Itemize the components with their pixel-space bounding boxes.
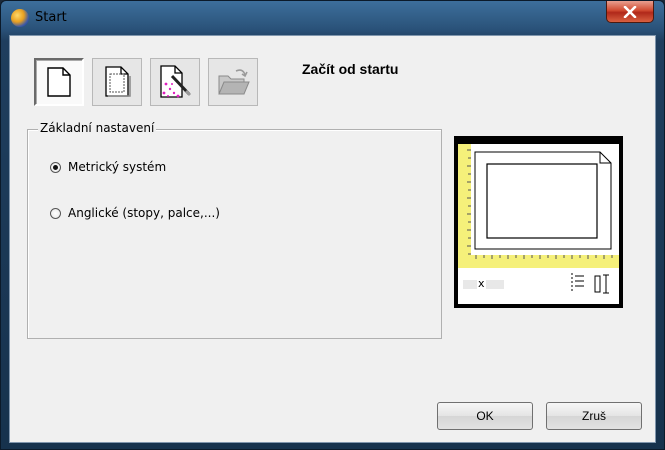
imperial-system-radio[interactable]: Anglické (stopy, palce,...) <box>50 206 220 220</box>
use-wizard-button[interactable] <box>150 58 200 106</box>
window-title: Start <box>35 10 67 25</box>
ok-button[interactable]: OK <box>437 402 533 430</box>
open-folder-icon <box>218 69 250 95</box>
open-existing-button[interactable] <box>208 58 258 106</box>
blank-page-icon <box>47 67 71 97</box>
start-from-scratch-button[interactable] <box>34 58 84 106</box>
metric-system-radio[interactable]: Metrický systém <box>50 160 166 174</box>
title-bar[interactable]: Start <box>1 1 664 35</box>
app-globe-icon <box>11 9 29 27</box>
drawing-preview: x <box>454 136 623 308</box>
close-button[interactable] <box>606 1 654 23</box>
dialog-body: Začít od startu Základní nastavení Metri… <box>9 35 656 443</box>
start-dialog: Start Začít od startu Základní nastavení… <box>0 0 665 450</box>
page-heading: Začít od startu <box>302 61 399 77</box>
radio-unchecked-indicator <box>50 207 61 219</box>
radio-checked-indicator <box>50 161 61 173</box>
radio-label-metric: Metrický systém <box>68 160 167 174</box>
radio-label-imperial: Anglické (stopy, palce,...) <box>68 206 220 220</box>
basic-settings-group: Základní nastavení Metrický systém Angli… <box>27 121 442 339</box>
cancel-button[interactable]: Zruš <box>546 402 642 430</box>
dimension-separator: x <box>478 277 485 290</box>
wizard-icon <box>160 65 192 98</box>
close-icon <box>623 5 637 18</box>
group-label: Základní nastavení <box>38 121 157 135</box>
use-template-button[interactable] <box>92 58 142 106</box>
template-page-icon <box>105 66 131 97</box>
